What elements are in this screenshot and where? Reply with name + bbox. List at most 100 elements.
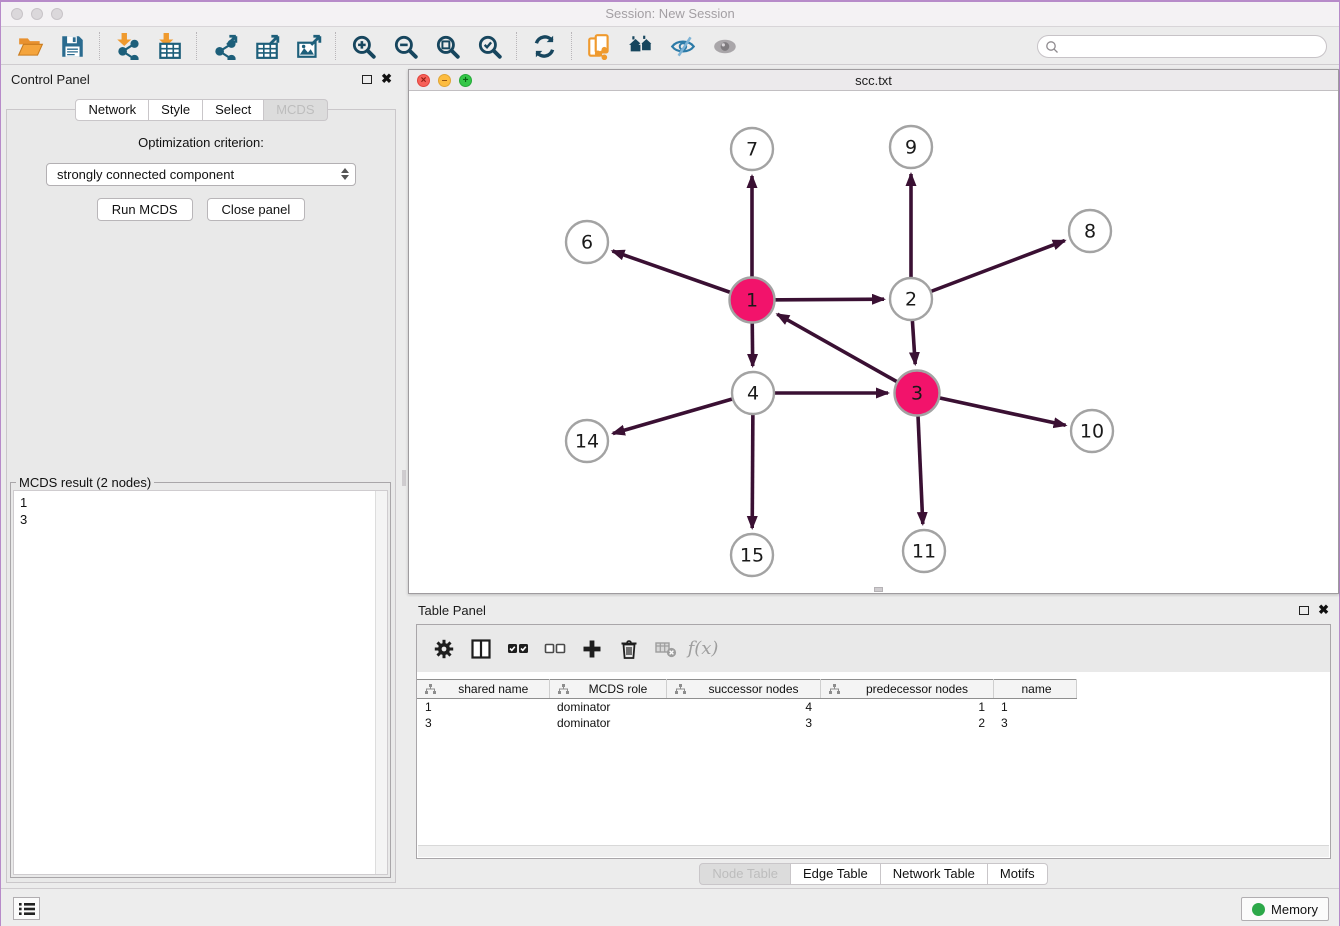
table-cell[interactable]: 3 — [417, 715, 549, 731]
edge-3-1 — [777, 314, 917, 393]
graph-node-6[interactable]: 6 — [566, 221, 608, 263]
network-canvas[interactable]: 7 9 6 8 1 2 4 3 14 10 15 11 — [409, 91, 1338, 593]
graph-node-8[interactable]: 8 — [1069, 210, 1111, 252]
function-builder-icon: f(x) — [688, 634, 718, 664]
apply-layout-icon[interactable] — [529, 31, 559, 61]
import-network-icon[interactable] — [112, 31, 142, 61]
graph-node-14[interactable]: 14 — [566, 420, 608, 462]
columns-icon[interactable] — [466, 634, 496, 664]
svg-text:2: 2 — [905, 289, 917, 311]
search-icon — [1045, 40, 1059, 54]
table-cell[interactable]: 4 — [666, 699, 820, 715]
first-neighbors-icon[interactable] — [626, 31, 656, 61]
table-cell[interactable]: dominator — [549, 715, 666, 731]
mcds-result-textarea[interactable]: 13 — [13, 490, 388, 875]
gear-icon[interactable] — [429, 634, 459, 664]
canvas-hscroll-thumb[interactable] — [874, 587, 883, 592]
svg-text:1: 1 — [746, 290, 758, 312]
close-panel-icon[interactable]: ✖ — [381, 74, 392, 84]
import-table-icon[interactable] — [154, 31, 184, 61]
column-tree-icon — [829, 684, 840, 695]
column-header-successor-nodes[interactable]: successor nodes — [666, 680, 820, 699]
table-cell[interactable]: 1 — [993, 699, 1076, 715]
graph-node-7[interactable]: 7 — [731, 128, 773, 170]
table-tab-motifs[interactable]: Motifs — [988, 863, 1048, 885]
hide-selected-icon[interactable] — [668, 31, 698, 61]
zoom-out-icon[interactable] — [390, 31, 420, 61]
network-maximize-icon[interactable]: + — [459, 74, 472, 87]
task-history-button[interactable] — [13, 897, 40, 920]
table-cell[interactable]: 1 — [417, 699, 549, 715]
column-header-shared-name[interactable]: shared name — [417, 680, 549, 699]
table-cell[interactable]: 3 — [993, 715, 1076, 731]
panel-splitter-handle[interactable] — [402, 470, 406, 486]
main-toolbar — [1, 28, 1339, 65]
toolbar-separator — [196, 32, 197, 60]
search-box[interactable] — [1037, 35, 1327, 58]
table-hscrollbar[interactable] — [418, 845, 1329, 857]
svg-text:6: 6 — [581, 232, 593, 254]
network-close-icon[interactable]: × — [417, 74, 430, 87]
network-minimize-icon[interactable]: – — [438, 74, 451, 87]
export-table-icon[interactable] — [251, 31, 281, 61]
graph-node-15[interactable]: 15 — [731, 534, 773, 576]
svg-text:10: 10 — [1080, 421, 1104, 443]
zoom-selected-icon[interactable] — [474, 31, 504, 61]
table-row[interactable]: 1dominator411 — [417, 699, 1076, 715]
delete-column-icon[interactable] — [614, 634, 644, 664]
search-input[interactable] — [1059, 40, 1326, 54]
column-tree-icon — [558, 684, 569, 695]
table-cell[interactable]: 2 — [820, 715, 993, 731]
app-window: Session: New Session Control Panel ✖ Net… — [1, 2, 1339, 926]
table-tab-node-table[interactable]: Node Table — [699, 863, 791, 885]
add-column-icon[interactable] — [577, 634, 607, 664]
delete-table-icon — [651, 634, 681, 664]
save-session-icon[interactable] — [57, 31, 87, 61]
table-tab-network-table[interactable]: Network Table — [881, 863, 988, 885]
column-header-name[interactable]: name — [993, 680, 1076, 699]
mcds-result-line: 3 — [20, 511, 381, 528]
deselect-all-icon[interactable] — [540, 634, 570, 664]
column-header-MCDS-role[interactable]: MCDS role — [549, 680, 666, 699]
close-table-panel-icon[interactable]: ✖ — [1318, 605, 1329, 615]
column-tree-icon — [675, 684, 686, 695]
control-panel-title: Control Panel — [11, 72, 90, 87]
tab-mcds[interactable]: MCDS — [264, 99, 327, 121]
close-panel-button[interactable]: Close panel — [207, 198, 306, 221]
export-image-icon[interactable] — [293, 31, 323, 61]
table-cell[interactable]: 1 — [820, 699, 993, 715]
float-table-panel-icon[interactable] — [1299, 606, 1309, 615]
graph-node-10[interactable]: 10 — [1071, 410, 1113, 452]
table-cell[interactable]: dominator — [549, 699, 666, 715]
graph-node-1[interactable]: 1 — [730, 278, 775, 323]
table-tab-edge-table[interactable]: Edge Table — [791, 863, 881, 885]
tab-network[interactable]: Network — [75, 99, 149, 121]
export-network-icon[interactable] — [209, 31, 239, 61]
zoom-in-icon[interactable] — [348, 31, 378, 61]
duplicate-network-icon[interactable] — [584, 31, 614, 61]
network-window-titlebar[interactable]: × – + scc.txt — [409, 70, 1338, 91]
result-scrollbar[interactable] — [375, 491, 387, 874]
open-session-icon[interactable] — [15, 31, 45, 61]
table-row[interactable]: 3dominator323 — [417, 715, 1076, 731]
column-header-predecessor-nodes[interactable]: predecessor nodes — [820, 680, 993, 699]
show-all-icon[interactable] — [710, 31, 740, 61]
tab-select[interactable]: Select — [203, 99, 264, 121]
select-all-icon[interactable] — [503, 634, 533, 664]
graph-node-9[interactable]: 9 — [890, 126, 932, 168]
graph-node-2[interactable]: 2 — [890, 278, 932, 320]
node-table[interactable]: shared nameMCDS rolesuccessor nodesprede… — [417, 679, 1077, 731]
table-cell[interactable]: 3 — [666, 715, 820, 731]
graph-node-11[interactable]: 11 — [903, 530, 945, 572]
run-mcds-button[interactable]: Run MCDS — [97, 198, 193, 221]
memory-button[interactable]: Memory — [1241, 897, 1329, 921]
graph-node-3[interactable]: 3 — [895, 371, 940, 416]
control-panel: Control Panel ✖ NetworkStyleSelectMCDS O… — [1, 65, 402, 888]
toolbar-separator — [335, 32, 336, 60]
zoom-fit-icon[interactable] — [432, 31, 462, 61]
tab-style[interactable]: Style — [149, 99, 203, 121]
graph-node-4[interactable]: 4 — [732, 372, 774, 414]
criterion-select[interactable]: strongly connected component — [46, 163, 356, 186]
float-panel-icon[interactable] — [362, 75, 372, 84]
mcds-result-group: MCDS result (2 nodes) 13 — [10, 482, 391, 878]
